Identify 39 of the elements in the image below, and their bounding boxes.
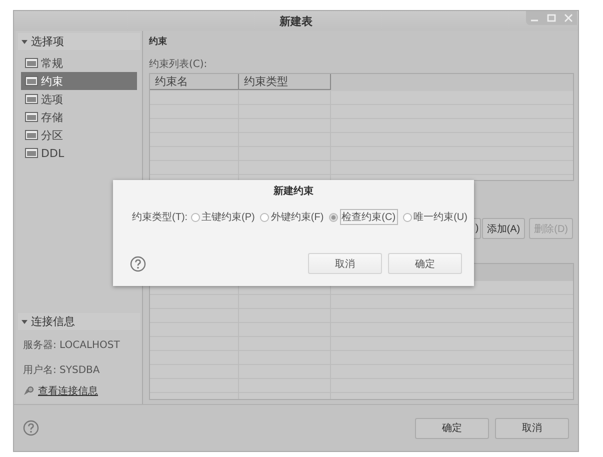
table-icon [25,94,38,104]
table-icon [25,76,38,86]
sidebar-item[interactable]: DDL [21,144,137,162]
connection-info-link[interactable]: 查看连接信息 [38,384,98,398]
sidebar-item[interactable]: 存储 [21,108,137,126]
list-label: 约束列表(C): [149,58,208,72]
dialog-button[interactable]: 确定 [388,253,462,274]
table-icon [25,148,38,158]
section-title: 约束 [149,35,168,49]
dialog-button[interactable]: 取消 [308,253,382,274]
column-header[interactable]: 约束类型 [239,74,331,90]
server-label: 服务器: LOCALHOST [22,339,121,353]
radio-option[interactable]: 外键约束(F) [258,208,326,226]
table-icon [25,112,38,122]
radio-empty-icon[interactable] [190,212,200,222]
toolbar-button[interactable]: 添加(A) [482,218,526,239]
field-label: 约束类型(T): [132,210,188,224]
radio-empty-icon[interactable] [402,212,412,222]
radio-option[interactable]: 主键约束(P) [188,208,257,226]
footer-button[interactable]: 取消 [495,418,569,438]
table-icon [25,58,38,68]
sidebar-item[interactable]: 常规 [21,54,137,72]
window-title: 新建表 [280,14,312,28]
dialog-title: 新建约束 [274,184,314,198]
footer-button[interactable]: 确定 [415,418,489,438]
help-icon[interactable] [130,256,146,272]
table-icon [25,130,38,140]
expanded-triangle-icon[interactable] [21,38,28,45]
help-icon[interactable] [23,420,39,436]
radio-empty-icon[interactable] [260,212,269,222]
connection-icon [23,386,34,396]
user-label: 用户名: SYSDBA [22,364,101,378]
sidebar-item[interactable]: 分区 [21,126,137,144]
column-header[interactable]: 约束名 [150,74,239,90]
sidebar-item[interactable]: 选项 [21,90,137,108]
radio-selected-icon[interactable] [328,212,338,222]
sidebar-item[interactable]: 约束 [21,72,137,90]
expanded-triangle-icon[interactable] [21,318,28,325]
radio-option[interactable]: 唯一约束(U) [400,208,470,226]
